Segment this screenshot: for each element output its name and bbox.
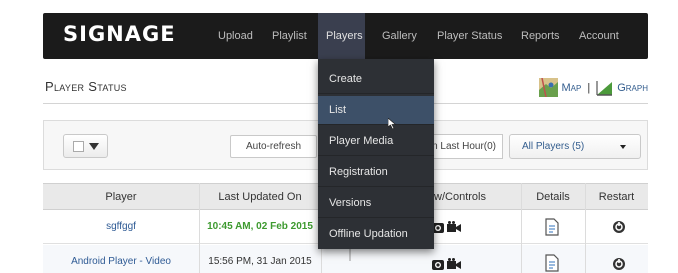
column-divider bbox=[199, 183, 200, 273]
preview-icon[interactable] bbox=[342, 247, 358, 261]
restart-icon[interactable] bbox=[612, 220, 626, 234]
restart-icon[interactable] bbox=[612, 257, 626, 271]
nav-player-status[interactable]: Player Status bbox=[429, 13, 510, 59]
nav-upload[interactable]: Upload bbox=[210, 13, 261, 59]
app-frame: SIGNAGE Upload Playlist Players Gallery … bbox=[0, 0, 678, 273]
players-dropdown-menu: Create List Player Media Registration Ve… bbox=[318, 59, 434, 249]
auto-refresh-button[interactable]: Auto-refresh bbox=[230, 135, 317, 158]
menu-item-offline-updation[interactable]: Offline Updation bbox=[318, 220, 434, 249]
players-filter-select[interactable]: All Players (5) bbox=[509, 134, 641, 159]
col-details: Details bbox=[536, 191, 570, 203]
map-link[interactable]: Map bbox=[562, 82, 582, 94]
nav-players[interactable]: Players bbox=[318, 13, 365, 59]
details-document-icon[interactable] bbox=[545, 218, 559, 236]
map-icon[interactable] bbox=[538, 78, 558, 97]
video-camera-icon[interactable] bbox=[447, 221, 461, 233]
video-camera-icon[interactable] bbox=[447, 258, 461, 270]
details-document-icon[interactable] bbox=[545, 254, 559, 272]
menu-item-list[interactable]: List bbox=[318, 96, 434, 125]
nav-reports[interactable]: Reports bbox=[513, 13, 568, 59]
page-title: Player Status bbox=[45, 79, 127, 94]
view-links: Map | Graph bbox=[538, 78, 648, 97]
select-all-dropdown[interactable] bbox=[63, 134, 108, 158]
link-separator: | bbox=[587, 81, 591, 94]
column-divider bbox=[521, 183, 522, 273]
menu-item-player-media[interactable]: Player Media bbox=[318, 127, 434, 156]
select-arrow-icon bbox=[620, 145, 626, 149]
last-updated-time: 10:45 AM, 02 Feb 2015 bbox=[207, 221, 313, 232]
graph-link[interactable]: Graph bbox=[617, 82, 648, 94]
menu-item-versions[interactable]: Versions bbox=[318, 189, 434, 218]
player-name-link[interactable]: Android Player - Video bbox=[43, 245, 199, 273]
table-row: Android Player - Video 15:56 PM, 31 Jan … bbox=[43, 245, 648, 273]
column-divider bbox=[585, 183, 586, 273]
graph-icon[interactable] bbox=[596, 79, 613, 96]
player-name-link[interactable]: sgffggf bbox=[43, 210, 199, 244]
camera-icon[interactable] bbox=[432, 258, 444, 270]
col-player[interactable]: Player bbox=[43, 184, 199, 211]
top-navbar: SIGNAGE Upload Playlist Players Gallery … bbox=[43, 13, 648, 59]
brand-logo[interactable]: SIGNAGE bbox=[63, 22, 176, 46]
col-controls: w/Controls bbox=[434, 191, 486, 203]
nav-account[interactable]: Account bbox=[571, 13, 627, 59]
col-last-updated[interactable]: Last Updated On bbox=[199, 184, 321, 211]
mouse-cursor-icon bbox=[388, 118, 396, 129]
players-filter-value: All Players (5) bbox=[522, 141, 585, 152]
menu-item-create[interactable]: Create bbox=[318, 65, 434, 94]
col-restart: Restart bbox=[598, 191, 635, 203]
menu-item-registration[interactable]: Registration bbox=[318, 158, 434, 187]
caret-down-icon bbox=[89, 143, 99, 150]
last-updated-time: 15:56 PM, 31 Jan 2015 bbox=[208, 256, 312, 267]
nav-playlist[interactable]: Playlist bbox=[264, 13, 315, 59]
nav-gallery[interactable]: Gallery bbox=[374, 13, 425, 59]
checkbox-icon[interactable] bbox=[73, 141, 84, 152]
